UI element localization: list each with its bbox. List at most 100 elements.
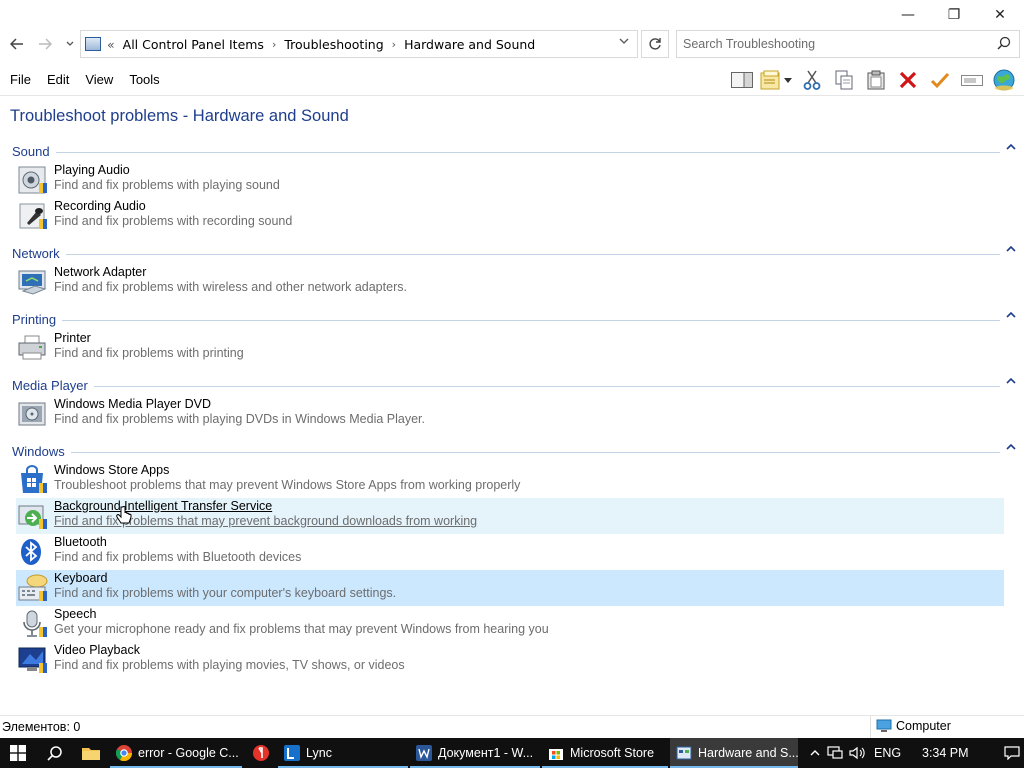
rename-icon — [961, 75, 983, 86]
rename-button[interactable] — [956, 66, 988, 94]
delete-button[interactable] — [892, 66, 924, 94]
group-header-sound[interactable]: Sound — [0, 142, 1024, 162]
back-button[interactable] — [6, 30, 28, 58]
breadcrumb-separator[interactable]: › — [392, 38, 396, 51]
menu-edit[interactable]: Edit — [41, 70, 75, 89]
taskbar-app-lync[interactable]: Lync — [278, 738, 408, 768]
network-globe-button[interactable] — [988, 66, 1020, 94]
menu-view[interactable]: View — [79, 70, 119, 89]
item-recording-audio[interactable]: Recording Audio Find and fix problems wi… — [16, 198, 1004, 234]
control-panel-icon — [85, 37, 101, 51]
item-description: Find and fix problems with your computer… — [54, 586, 397, 600]
action-center-button[interactable] — [1000, 746, 1024, 760]
chevron-down-icon — [66, 41, 74, 46]
taskbar-app-chrome[interactable]: error - Google C... — [110, 738, 242, 768]
item-video-playback[interactable]: Video Playback Find and fix problems wit… — [16, 642, 1004, 678]
yandex-icon — [253, 745, 269, 761]
minimize-button[interactable]: — — [885, 0, 931, 30]
breadcrumb-troubleshooting[interactable]: Troubleshooting — [284, 37, 383, 52]
taskbar-app-microsoft-store[interactable]: Microsoft Store — [542, 738, 668, 768]
group-header-printing[interactable]: Printing — [0, 310, 1024, 330]
cut-button[interactable] — [796, 66, 828, 94]
item-playing-audio[interactable]: Playing Audio Find and fix problems with… — [16, 162, 1004, 198]
collapse-icon[interactable] — [1006, 442, 1016, 453]
yandex-taskbar-button[interactable] — [246, 738, 276, 768]
refresh-button[interactable] — [641, 30, 669, 58]
search-input[interactable] — [683, 37, 993, 51]
network-monitor-icon — [827, 746, 843, 759]
menu-file[interactable]: File — [4, 70, 37, 89]
taskbar-app-label: Lync — [306, 746, 332, 760]
recent-locations-button[interactable] — [62, 30, 78, 58]
printer-icon — [18, 335, 46, 360]
video-monitor-icon — [18, 647, 47, 673]
globe-icon — [993, 69, 1015, 91]
volume-tray-button[interactable] — [846, 746, 868, 760]
item-description: Find and fix problems with recording sou… — [54, 214, 293, 228]
item-description: Find and fix problems with wireless and … — [54, 280, 407, 294]
collapse-icon[interactable] — [1006, 244, 1016, 255]
item-keyboard[interactable]: Keyboard Find and fix problems with your… — [16, 570, 1004, 606]
taskbar-app-word[interactable]: Документ1 - W... — [410, 738, 540, 768]
start-button[interactable] — [0, 738, 36, 768]
properties-dropdown[interactable] — [784, 77, 796, 83]
group-header-windows[interactable]: Windows — [0, 442, 1024, 462]
item-printer[interactable]: Printer Find and fix problems with print… — [16, 330, 1004, 366]
collapse-icon[interactable] — [1006, 142, 1016, 153]
breadcrumb-all-control-panel-items[interactable]: All Control Panel Items — [123, 37, 264, 52]
group-header-media-player[interactable]: Media Player — [0, 376, 1024, 396]
taskbar-app-label: Документ1 - W... — [438, 746, 534, 760]
paste-button[interactable] — [860, 66, 892, 94]
system-tray: ENG 3:34 PM — [806, 738, 1024, 768]
maximize-button[interactable]: ❐ — [931, 0, 977, 30]
search-icon[interactable] — [997, 36, 1011, 50]
network-tray-button[interactable] — [824, 746, 846, 760]
paste-icon — [867, 70, 885, 90]
word-icon — [416, 745, 432, 761]
chevron-down-icon — [619, 38, 629, 44]
taskbar-app-label: error - Google C... — [138, 746, 239, 760]
item-description: Troubleshoot problems that may prevent W… — [54, 478, 521, 492]
item-bluetooth[interactable]: Bluetooth Find and fix problems with Blu… — [16, 534, 1004, 570]
collapse-icon[interactable] — [1006, 376, 1016, 387]
apply-button[interactable] — [924, 66, 956, 94]
close-button[interactable]: ✕ — [977, 0, 1023, 30]
language-indicator[interactable]: ENG — [874, 746, 914, 760]
search-taskbar-button[interactable] — [38, 738, 72, 768]
scissors-icon — [803, 70, 821, 90]
group-sound: Sound Playing Audio Find and fix problem… — [0, 142, 1024, 234]
collapse-icon[interactable] — [1006, 310, 1016, 321]
group-title: Media Player — [12, 378, 94, 393]
address-bar[interactable]: « All Control Panel Items › Troubleshoot… — [80, 30, 638, 58]
group-divider — [12, 254, 1000, 255]
item-background-intelligent-transfer-service[interactable]: Background Intelligent Transfer Service … — [16, 498, 1004, 534]
breadcrumb-separator[interactable]: › — [272, 38, 276, 51]
show-hidden-icons-button[interactable] — [806, 750, 824, 756]
address-overflow-button[interactable]: « — [107, 37, 115, 52]
clock[interactable]: 3:34 PM — [922, 746, 984, 760]
group-header-network[interactable]: Network — [0, 244, 1024, 264]
menu-tools[interactable]: Tools — [123, 70, 165, 89]
item-windows-store-apps[interactable]: Windows Store Apps Troubleshoot problems… — [16, 462, 1004, 498]
properties-button[interactable] — [758, 66, 784, 94]
copy-button[interactable] — [828, 66, 860, 94]
search-box[interactable] — [676, 30, 1020, 58]
status-bar: Элементов: 0 Computer — [0, 715, 1024, 738]
taskbar-app-hardware-and-sound[interactable]: Hardware and S... — [670, 738, 798, 768]
item-windows-media-player-dvd[interactable]: Windows Media Player DVD Find and fix pr… — [16, 396, 1004, 432]
file-explorer-taskbar-button[interactable] — [76, 738, 106, 768]
zone-label: Computer — [896, 719, 951, 733]
group-divider — [12, 452, 1000, 453]
item-speech[interactable]: Speech Get your microphone ready and fix… — [16, 606, 1004, 642]
preview-pane-button[interactable] — [726, 66, 758, 94]
item-network-adapter[interactable]: Network Adapter Find and fix problems wi… — [16, 264, 1004, 300]
group-title: Sound — [12, 144, 56, 159]
computer-icon — [876, 719, 892, 732]
navigation-row: « All Control Panel Items › Troubleshoot… — [0, 30, 1024, 58]
item-title: Keyboard — [54, 571, 108, 585]
address-dropdown-button[interactable] — [619, 37, 629, 48]
forward-button[interactable] — [34, 30, 56, 58]
item-title: Recording Audio — [54, 199, 146, 213]
group-media-player: Media Player Windows Media Player DVD Fi… — [0, 376, 1024, 432]
breadcrumb-hardware-and-sound[interactable]: Hardware and Sound — [404, 37, 535, 52]
